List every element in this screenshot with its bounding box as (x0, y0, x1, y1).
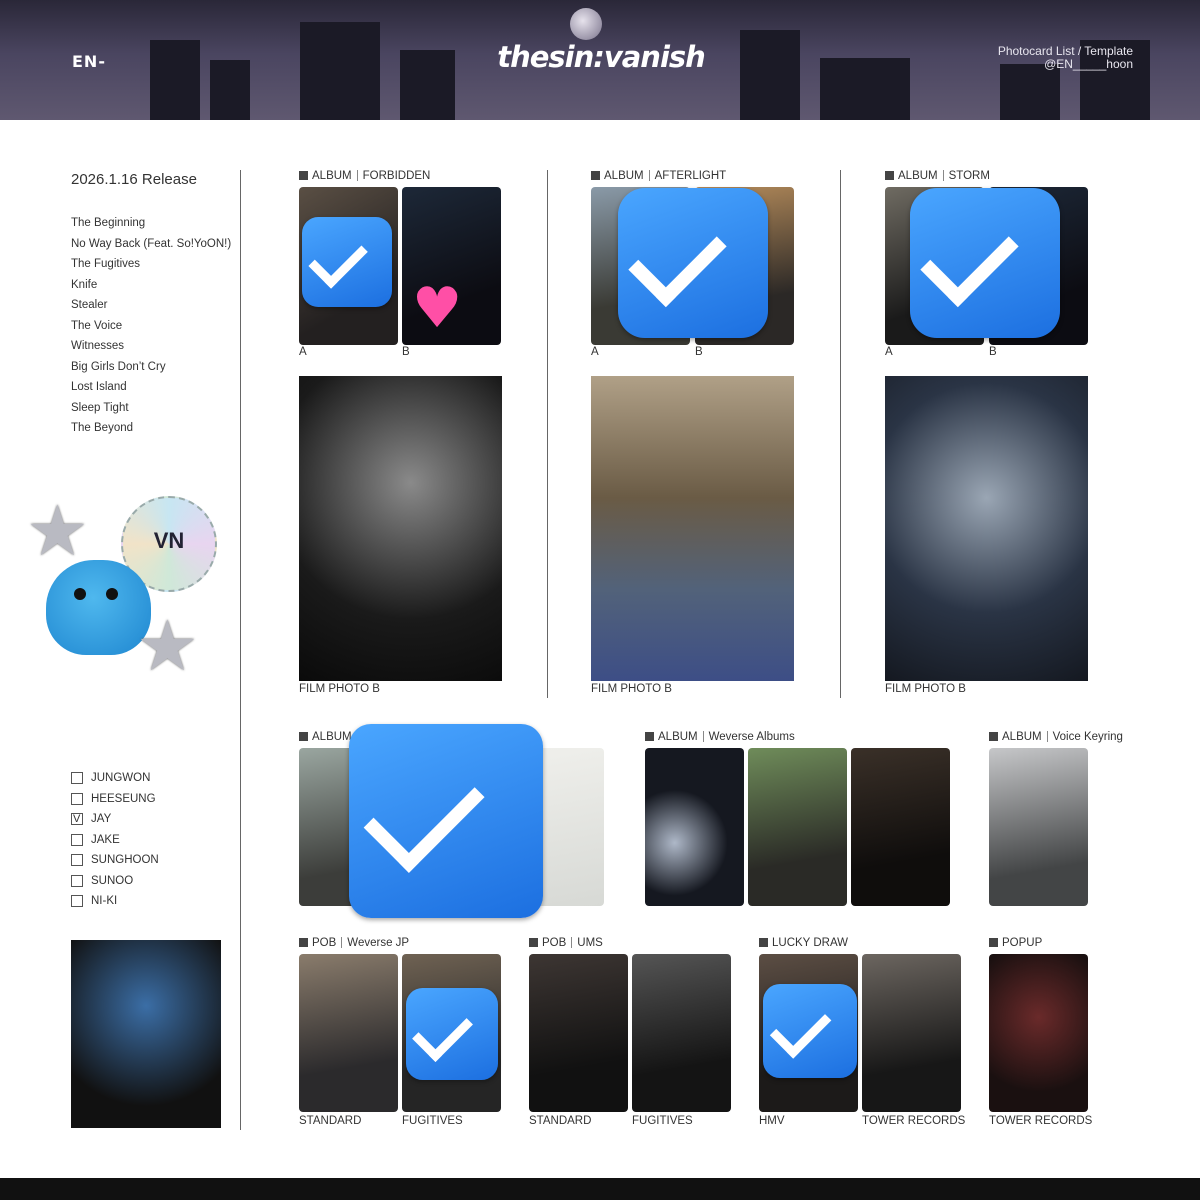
track-item: Big Girls Don’t Cry (71, 360, 166, 373)
card-caption: FILM PHOTO B (591, 683, 672, 695)
header-banner: EN- thesin:vanish Photocard List / Templ… (0, 0, 1200, 120)
card-caption: FUGITIVES (402, 1115, 463, 1127)
member-item[interactable]: JUNGWON (71, 768, 159, 789)
group-logo: EN- (72, 52, 106, 71)
chrome-star-icon: ★ (136, 605, 199, 687)
member-item[interactable]: HEESEUNG (71, 789, 159, 810)
photocard[interactable] (851, 748, 950, 906)
member-checkbox[interactable] (71, 874, 83, 887)
track-item: Sleep Tight (71, 401, 129, 414)
divider (547, 170, 548, 698)
card-caption: STANDARD (529, 1115, 592, 1127)
member-checkbox[interactable] (71, 854, 83, 867)
member-checkbox[interactable] (71, 833, 83, 846)
track-list: The Beginning No Way Back (Feat. So!YoON… (71, 215, 231, 441)
photocard-standard[interactable] (529, 954, 628, 1112)
photocard-standard[interactable] (299, 954, 398, 1112)
check-badge-icon (302, 217, 392, 307)
card-caption: FILM PHOTO B (885, 683, 966, 695)
section-label: LUCKY DRAW (759, 937, 848, 949)
track-item: The Fugitives (71, 258, 141, 270)
card-caption: B (989, 346, 997, 358)
card-caption: STANDARD (299, 1115, 362, 1127)
film-photo[interactable] (885, 376, 1088, 681)
member-item[interactable]: SUNOO (71, 871, 159, 892)
track-item: Knife (71, 278, 98, 291)
card-caption: A (299, 346, 307, 358)
member-checkbox[interactable] (71, 772, 83, 785)
track-item: Stealer (71, 299, 108, 311)
member-checkbox[interactable] (71, 895, 83, 908)
member-item[interactable]: SUNGHOON (71, 850, 159, 871)
photocard-popup[interactable] (989, 954, 1088, 1112)
section-label: POB Weverse JP (299, 937, 409, 949)
track-item: The Voice (71, 319, 123, 332)
track-item: The Beyond (71, 422, 134, 434)
check-badge-icon (349, 724, 543, 918)
member-checkbox[interactable] (71, 811, 83, 827)
card-caption: FILM PHOTO B (299, 683, 380, 695)
card-caption: A (885, 346, 893, 358)
section-label: POB UMS (529, 937, 603, 949)
track-item: No Way Back (Feat. So!YoON!) (71, 237, 232, 250)
check-badge-icon (763, 984, 857, 1078)
card-caption: B (402, 346, 410, 358)
sticker-cluster: ★ VN ★ (26, 480, 226, 690)
film-photo[interactable] (591, 376, 794, 681)
footer-bar (0, 1178, 1200, 1200)
header-note: Photocard List / Template @EN_____hoon (997, 44, 1133, 71)
track-item: The Beginning (71, 217, 146, 229)
section-label: ALBUM FORBIDDEN (299, 170, 430, 182)
member-item[interactable]: NI-KI (71, 891, 159, 912)
photocard[interactable] (989, 748, 1088, 906)
section-label: ALBUM Weverse Albums (645, 731, 795, 743)
moon-icon (570, 8, 602, 40)
section-label: ALBUM STORM (885, 170, 990, 182)
photocard-tower-records[interactable] (862, 954, 961, 1112)
section-label: ALBUM Voice Keyring (989, 731, 1123, 743)
release-date: 2026.1.16 Release (71, 171, 197, 188)
section-label: ALBUM (299, 731, 352, 743)
section-label: POPUP (989, 937, 1042, 949)
film-photo[interactable] (299, 376, 502, 681)
member-portrait (71, 940, 221, 1128)
card-caption: FUGITIVES (632, 1115, 693, 1127)
photocard[interactable] (645, 748, 744, 906)
card-caption: TOWER RECORDS (862, 1115, 966, 1127)
divider (840, 170, 841, 698)
member-item[interactable]: JAKE (71, 830, 159, 851)
member-item[interactable]: JAY (71, 809, 159, 830)
photocard-fugitives[interactable] (632, 954, 731, 1112)
card-caption: TOWER RECORDS (989, 1115, 1093, 1127)
member-checkbox[interactable] (71, 792, 83, 805)
album-title: thesin:vanish (497, 40, 706, 74)
sparkling-heart-icon: ♥ (412, 276, 463, 341)
check-badge-icon (406, 988, 498, 1080)
photocard[interactable] (748, 748, 847, 906)
track-item: Lost Island (71, 381, 127, 393)
card-caption: B (695, 346, 703, 358)
chrome-star-icon: ★ (26, 490, 89, 572)
member-checklist: JUNGWON HEESEUNG JAY JAKE SUNGHOON SUNOO… (71, 768, 159, 912)
section-label: ALBUM AFTERLIGHT (591, 170, 726, 182)
check-badge-icon (910, 188, 1060, 338)
card-caption: HMV (759, 1115, 785, 1127)
track-item: Witnesses (71, 340, 125, 352)
card-caption: A (591, 346, 599, 358)
divider (240, 170, 241, 1130)
check-badge-icon (618, 188, 768, 338)
